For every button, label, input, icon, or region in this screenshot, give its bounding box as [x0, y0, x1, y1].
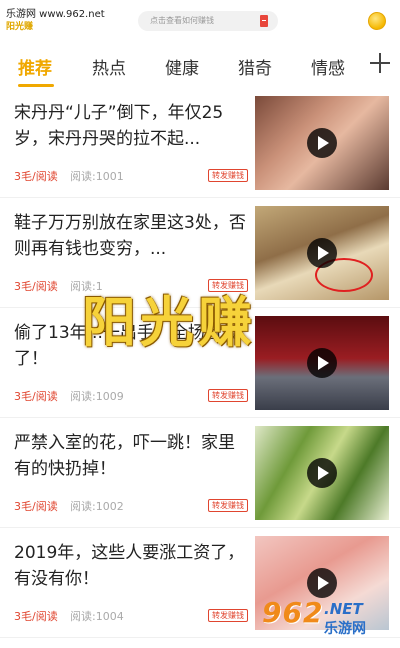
- share-earn-badge[interactable]: 转发赚钱: [208, 609, 248, 622]
- share-earn-badge[interactable]: 转发赚钱: [208, 499, 248, 512]
- watermark-site-name: 乐游网: [324, 621, 366, 637]
- video-thumbnail[interactable]: [255, 426, 389, 520]
- read-count: 阅读:1004: [70, 610, 124, 623]
- article-meta: 3毛/阅读 阅读:1002 转发赚钱: [14, 498, 250, 514]
- brand-overlay-text: 阳光赚: [82, 291, 256, 354]
- article-title[interactable]: 宋丹丹“儿子”倒下，年仅25岁，宋丹丹哭的拉不起...: [14, 100, 250, 152]
- reward-rate: 3毛/阅读: [14, 280, 58, 293]
- video-thumbnail[interactable]: [255, 206, 389, 300]
- tab-hot[interactable]: 热点: [92, 54, 126, 79]
- share-earn-badge[interactable]: 转发赚钱: [208, 389, 248, 402]
- article-meta: 3毛/阅读 阅读:1004 转发赚钱: [14, 608, 250, 624]
- reward-rate: 3毛/阅读: [14, 390, 58, 403]
- top-bar: 乐游网 www.962.net 阳光赚 点击查看如何赚钱: [0, 0, 400, 40]
- video-thumbnail[interactable]: [255, 316, 389, 410]
- list-item[interactable]: 严禁入室的花，吓一跳！家里有的快扔掉！ 3毛/阅读 阅读:1002 转发赚钱: [0, 418, 400, 528]
- watermark-net: .NET: [324, 600, 363, 618]
- news-feed: 宋丹丹“儿子”倒下，年仅25岁，宋丹丹哭的拉不起... 3毛/阅读 阅读:100…: [0, 88, 400, 638]
- tab-recommend[interactable]: 推荐: [18, 54, 52, 79]
- play-icon[interactable]: [307, 128, 337, 158]
- article-title[interactable]: 2019年，这些人要涨工资了，有没有你！: [14, 540, 250, 592]
- active-tab-indicator: [18, 84, 54, 87]
- reward-rate: 3毛/阅读: [14, 170, 58, 183]
- search-placeholder: 点击查看如何赚钱: [150, 16, 214, 25]
- play-icon[interactable]: [307, 458, 337, 488]
- search-bar[interactable]: 点击查看如何赚钱: [138, 11, 278, 31]
- coin-icon[interactable]: [368, 12, 386, 30]
- trash-icon[interactable]: [260, 15, 268, 27]
- read-count: 阅读:1009: [70, 390, 124, 403]
- article-title[interactable]: 鞋子万万别放在家里这3处，否则再有钱也变穷，...: [14, 210, 250, 262]
- video-thumbnail[interactable]: [255, 96, 389, 190]
- article-meta: 3毛/阅读 阅读:1001 转发赚钱: [14, 168, 250, 184]
- share-earn-badge[interactable]: 转发赚钱: [208, 169, 248, 182]
- play-icon[interactable]: [307, 348, 337, 378]
- site-watermark-text: 乐游网 www.962.net: [6, 9, 105, 20]
- article-meta: 3毛/阅读 阅读:1009 转发赚钱: [14, 388, 250, 404]
- reward-rate: 3毛/阅读: [14, 500, 58, 513]
- read-count: 阅读:1001: [70, 170, 124, 183]
- article-title[interactable]: 严禁入室的花，吓一跳！家里有的快扔掉！: [14, 430, 250, 482]
- tab-emotion[interactable]: 情感: [311, 54, 345, 79]
- watermark-number: 962: [262, 596, 324, 629]
- category-tabs: 推荐 热点 健康 猎奇 情感: [0, 48, 400, 88]
- reward-rate: 3毛/阅读: [14, 610, 58, 623]
- site-watermark-logo: 962 .NET 乐游网: [262, 596, 394, 642]
- app-logo: 阳光赚: [6, 22, 34, 32]
- read-count: 阅读:1002: [70, 500, 124, 513]
- list-item[interactable]: 宋丹丹“儿子”倒下，年仅25岁，宋丹丹哭的拉不起... 3毛/阅读 阅读:100…: [0, 88, 400, 198]
- play-icon[interactable]: [307, 238, 337, 268]
- plus-icon[interactable]: [369, 52, 391, 74]
- tab-health[interactable]: 健康: [165, 54, 199, 79]
- play-icon[interactable]: [307, 568, 337, 598]
- tab-curiosity[interactable]: 猎奇: [238, 54, 272, 79]
